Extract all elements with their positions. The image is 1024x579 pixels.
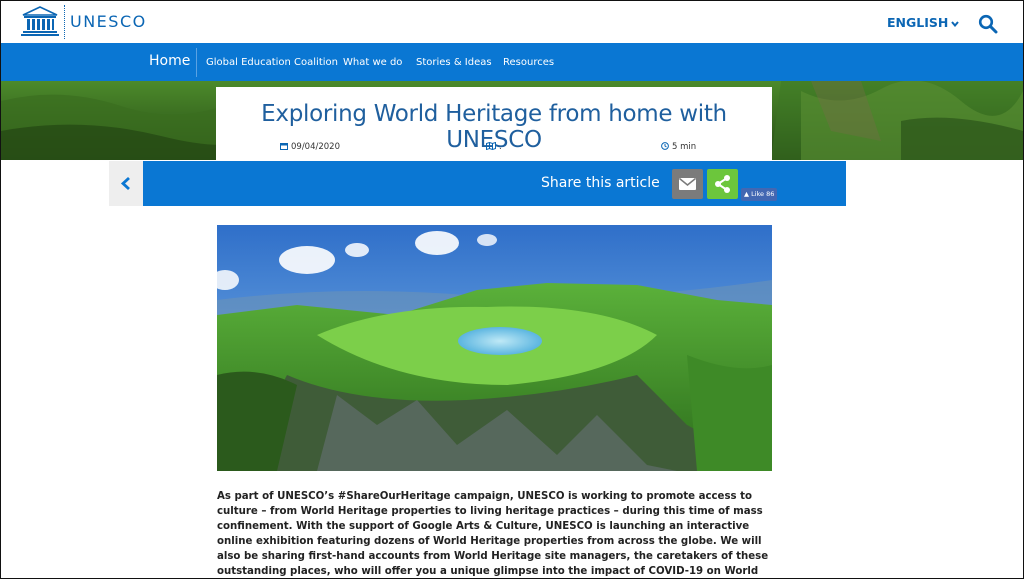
logo-divider — [64, 5, 65, 39]
article-read-time: 5 min — [661, 142, 696, 152]
nav-item-resources[interactable]: Resources — [503, 57, 554, 68]
facebook-like-button[interactable]: ▲ Like 86 — [741, 188, 778, 201]
map-icon — [486, 141, 496, 151]
back-button[interactable] — [109, 161, 143, 206]
nav-item-global-education-coalition[interactable]: Global Education Coalition — [206, 57, 338, 68]
article-location: . — [486, 141, 502, 152]
top-header: UNESCO ENGLISH — [1, 1, 1023, 43]
email-share-button[interactable] — [672, 169, 703, 199]
language-label: ENGLISH — [887, 15, 949, 30]
envelope-icon — [679, 177, 696, 190]
language-selector[interactable]: ENGLISH — [887, 15, 960, 30]
article-read-time-value: 5 min — [672, 142, 697, 152]
chevron-left-icon — [120, 176, 130, 191]
unesco-logo[interactable] — [21, 6, 59, 36]
article-date-value: 09/04/2020 — [291, 142, 340, 152]
page: UNESCO ENGLISH Home Global Education Coa… — [0, 0, 1024, 579]
like-count-label: Like 86 — [751, 190, 775, 198]
article-body: As part of UNESCO’s #ShareOurHeritage ca… — [217, 491, 769, 577]
article-location-value: . — [499, 142, 502, 152]
brand-name[interactable]: UNESCO — [70, 12, 147, 31]
article-main-image — [217, 225, 772, 471]
calendar-icon — [280, 143, 288, 150]
nav-item-what-we-do[interactable]: What we do — [343, 57, 402, 68]
nav-item-stories-ideas[interactable]: Stories & Ideas — [416, 57, 492, 68]
share-icon — [715, 175, 730, 193]
article-date: 09/04/2020 — [280, 142, 340, 152]
share-bar: Share this article ▲ Like 86 — [143, 161, 846, 206]
main-nav: Home Global Education Coalition What we … — [1, 43, 1023, 81]
share-label: Share this article — [541, 175, 660, 191]
search-icon[interactable] — [978, 14, 998, 34]
article-header-card: Exploring World Heritage from home with … — [216, 87, 772, 160]
chevron-down-icon — [951, 20, 960, 27]
clock-icon — [661, 142, 669, 150]
nav-divider — [196, 48, 197, 77]
share-button[interactable] — [707, 169, 738, 199]
nav-home[interactable]: Home — [149, 53, 190, 69]
